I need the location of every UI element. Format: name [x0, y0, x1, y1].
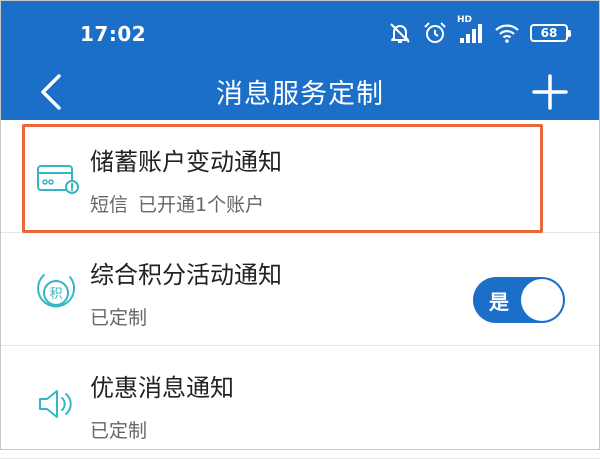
notification-list: 储蓄账户变动通知 短信 已开通1个账户 积 综合积分活动通知 已定制 是 优惠消… — [0, 120, 600, 459]
network-label: HD — [457, 15, 473, 25]
battery-icon: 68 — [530, 24, 571, 42]
speaker-icon — [32, 380, 80, 428]
item-name: 综合积分活动通知 — [90, 261, 282, 289]
toggle-knob — [521, 279, 563, 321]
signal-icon: HD — [457, 15, 484, 44]
item-status: 已定制 — [90, 420, 148, 442]
item-name: 储蓄账户变动通知 — [90, 148, 282, 176]
list-item-savings[interactable]: 储蓄账户变动通知 短信 已开通1个账户 — [0, 120, 600, 233]
toggle-label: 是 — [489, 290, 509, 314]
points-toggle[interactable]: 是 — [473, 277, 565, 323]
item-name: 优惠消息通知 — [90, 374, 234, 402]
list-item-promotions[interactable]: 优惠消息通知 已定制 — [0, 346, 600, 459]
svg-text:积: 积 — [49, 287, 62, 302]
mute-bell-icon — [388, 21, 412, 45]
status-time: 17:02 — [80, 22, 147, 46]
add-button[interactable] — [528, 70, 572, 114]
plus-icon — [532, 74, 568, 110]
card-icon — [32, 154, 80, 202]
page-title: 消息服务定制 — [216, 79, 384, 110]
list-item-points[interactable]: 积 综合积分活动通知 已定制 是 — [0, 233, 600, 346]
status-bar: 17:02 HD 68 — [0, 0, 600, 64]
item-status: 已定制 — [90, 307, 148, 329]
item-status: 短信 已开通1个账户 — [90, 190, 264, 217]
alarm-icon — [422, 20, 448, 46]
status-icons: HD 68 — [388, 15, 571, 48]
battery-level: 68 — [540, 26, 558, 40]
item-channel: 短信 — [90, 194, 129, 216]
header: 消息服务定制 — [0, 64, 600, 120]
points-icon: 积 — [32, 267, 80, 315]
wifi-icon — [494, 22, 520, 44]
item-detail: 已开通1个账户 — [138, 194, 265, 216]
